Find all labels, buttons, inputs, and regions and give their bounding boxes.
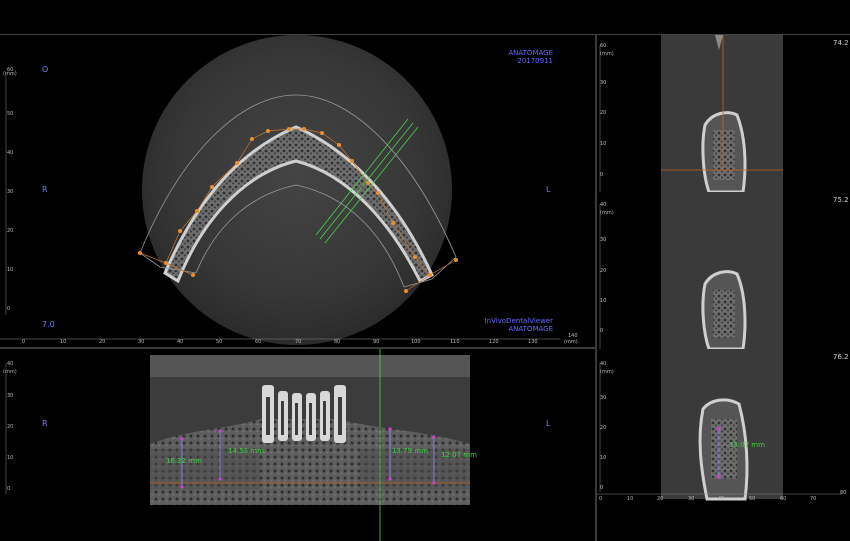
panoramic-view[interactable]: (mm) 40 30 20 10 0 R L 16.32 mm 14.53 mm… [0,349,595,541]
axial-x-tick: 40 [177,339,184,345]
pano-y-unit: (mm) [3,369,17,375]
cs3-x-tick: 70 [810,496,817,502]
axial-x-unit: (mm) [564,339,578,345]
cs1-y-tick: 10 [600,141,607,147]
axial-y-tick-40: 40 [7,150,14,156]
axial-y-tick-0: 0 [7,306,11,312]
cs3-measurement[interactable]: 15.07 mm [729,441,765,449]
pano-y-tick: 20 [7,424,14,430]
cs3-y-tick: 0 [600,485,604,491]
cross-section-view-2[interactable]: 75.2 40 (mm) 30 20 10 0 [597,192,850,349]
orientation-right-side: R [42,185,48,194]
cross-section-view-3[interactable]: 76.2 15.07 mm 40 (mm) 30 20 10 0 0 10 20… [597,349,850,541]
orientation-left-side: L [546,185,551,194]
pano-orientation-right: R [42,419,48,428]
axial-x-tick: 70 [295,339,302,345]
cs3-x-tick: 40 [718,496,725,502]
pano-y-tick: 30 [7,393,14,399]
cs2-y-tick: 20 [600,268,607,274]
cross-section-image-3 [597,349,842,501]
watermark-brand: ANATOMAGE [508,49,553,57]
cs1-y-unit: (mm) [600,51,614,57]
axial-x-tick: 0 [22,339,26,345]
axial-y-tick-30: 30 [7,189,14,195]
axial-x-tick: 20 [99,339,106,345]
cs2-y-unit: (mm) [600,210,614,216]
cross-section-image-1 [599,35,783,192]
axial-x-tick: 10 [60,339,67,345]
cs1-y-tick: 30 [600,80,607,86]
cs1-slice-number: 74.2 [833,39,849,47]
cs3-x-tick: 20 [657,496,664,502]
cs3-x-tick: 10 [627,496,634,502]
cs3-slice-number: 76.2 [833,353,849,361]
cs3-y-tick: 30 [600,395,607,401]
cross-section-view-1[interactable]: 74.2 60 (mm) 30 20 10 0 [597,35,850,192]
top-toolbar [0,0,850,35]
axial-x-tick: 130 [528,339,538,345]
watermark-top: ANATOMAGE 20170911 [508,49,553,65]
axial-view[interactable]: (mm) 60 50 40 30 20 10 0 0 10 20 30 40 5… [0,35,595,347]
orientation-top: O [42,65,49,74]
cs3-y-top: 40 [600,361,607,367]
cs1-y-tick: 0 [600,172,604,178]
axial-x-tick: 110 [450,339,460,345]
cs3-y-unit: (mm) [600,369,614,375]
cs3-x-tick: 0 [599,496,603,502]
pano-y-tick: 40 [7,361,14,367]
pano-measurement-1[interactable]: 16.32 mm [166,457,202,465]
watermark-viewer: InVivoDentalViewer [484,317,553,325]
pano-measurement-4[interactable]: 12.07 mm [441,451,477,459]
axial-image [0,35,560,345]
pano-orientation-left: L [546,419,551,428]
cs1-y-top: 60 [600,43,607,49]
cs3-x-tick: 60 [780,496,787,502]
cs2-y-tick: 10 [600,298,607,304]
pano-y-tick: 0 [7,486,11,492]
axial-x-tick: 30 [138,339,145,345]
axial-x-tick: 80 [334,339,341,345]
pano-y-tick: 10 [7,455,14,461]
axial-y-tick-50: 50 [7,111,14,117]
cs2-y-tick: 30 [600,237,607,243]
panoramic-image [5,349,470,541]
axial-x-tick: 90 [373,339,380,345]
watermark-brand-2: ANATOMAGE [508,325,553,333]
cs3-y-tick: 10 [600,455,607,461]
cs3-y-tick: 20 [600,425,607,431]
cross-section-image-2 [599,192,783,349]
axial-x-tick: 120 [489,339,499,345]
cs2-y-tick: 0 [600,328,604,334]
field-of-view [142,35,452,345]
cs3-x-end: 80 [840,490,847,496]
cs2-slice-number: 75.2 [833,196,849,204]
watermark-bottom: InVivoDentalViewer ANATOMAGE [485,317,553,333]
axial-y-tick-20: 20 [7,228,14,234]
axial-y-tick-10: 10 [7,267,14,273]
pano-measurement-3[interactable]: 13.79 mm [392,447,428,455]
axial-x-tick: 100 [411,339,421,345]
axial-slice-number: 7.0 [42,320,55,329]
pano-measurement-2[interactable]: 14.53 mm [228,447,264,455]
cs1-y-tick: 20 [600,110,607,116]
axial-x-tick: 50 [216,339,223,345]
cs2-y-top: 40 [600,202,607,208]
axial-x-tick: 60 [255,339,262,345]
cs3-x-tick: 30 [688,496,695,502]
watermark-date: 20170911 [517,57,553,65]
cs3-x-tick: 50 [749,496,756,502]
axial-y-tick-60: 60 [7,67,14,73]
